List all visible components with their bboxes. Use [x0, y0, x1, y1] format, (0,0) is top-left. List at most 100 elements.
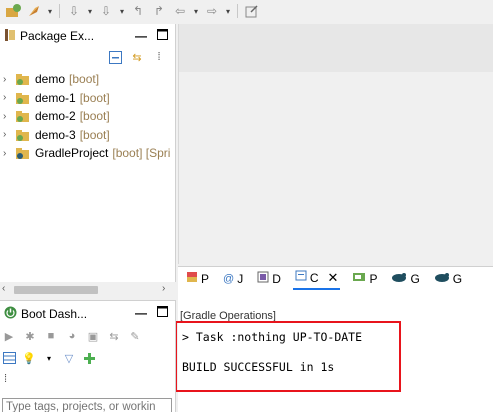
chevron-down-icon[interactable]: ▾ — [224, 2, 232, 20]
chevron-right-icon[interactable]: › — [3, 111, 13, 122]
scroll-right-icon[interactable]: › — [162, 283, 165, 294]
chevron-right-icon[interactable]: › — [3, 129, 13, 140]
edit-icon[interactable]: ✎ — [128, 329, 142, 343]
scrollbar-thumb[interactable] — [14, 286, 98, 294]
tab-progress[interactable]: P — [350, 268, 379, 290]
tab-boot-dashboard[interactable]: Boot Dash... — [0, 303, 120, 325]
start-icon[interactable]: ▶ — [2, 329, 16, 343]
stop-icon[interactable]: ■ — [44, 329, 58, 343]
open-console-icon[interactable]: ▣ — [86, 329, 100, 343]
chevron-down-icon[interactable]: ▾ — [42, 351, 56, 365]
back-arrow-icon[interactable]: ⇦ — [171, 2, 189, 20]
bottom-tab-bar: P @ J D C ✕ P G G — [178, 266, 493, 290]
package-explorer-toolbar: ⇆ ⁞ — [108, 50, 166, 64]
chevron-right-icon[interactable]: › — [3, 74, 13, 85]
lightbulb-icon[interactable]: 💡 — [22, 351, 36, 365]
nav-down-icon[interactable]: ⇩ — [65, 2, 83, 20]
boot-project-icon — [16, 111, 29, 123]
project-name: demo-3 — [35, 127, 76, 142]
console-icon — [295, 270, 307, 285]
boot-project-icon — [16, 129, 29, 141]
boot-dashboard-toolbar: ▶ ✱ ■ ◕ ▣ ⇆ ✎ — [2, 329, 142, 343]
tab-javadoc[interactable]: @ J — [221, 268, 245, 290]
toolbar-separator — [237, 4, 238, 18]
forward-icon[interactable]: ↱ — [150, 2, 168, 20]
minimize-icon[interactable]: — — [135, 306, 147, 320]
tab-label: G — [452, 271, 463, 286]
edit-icon[interactable] — [243, 2, 261, 20]
scroll-left-icon[interactable]: ‹ — [2, 283, 5, 294]
link-with-editor-icon[interactable]: ⇆ — [130, 50, 144, 64]
boot-project-icon — [16, 74, 29, 86]
tree-item[interactable]: › demo-2 [boot] — [0, 107, 176, 126]
run-boot-icon[interactable] — [25, 2, 43, 20]
tab-label: P — [201, 271, 210, 286]
refresh-icon[interactable]: ⇆ — [107, 329, 121, 343]
tab-gradle-tasks[interactable]: G — [389, 268, 421, 290]
tab-label: P — [369, 271, 378, 286]
tab-problems[interactable]: P — [184, 268, 211, 290]
project-name: GradleProject — [35, 146, 109, 161]
minimize-icon[interactable]: — — [135, 29, 147, 43]
highlight-box — [175, 321, 401, 392]
tab-console[interactable]: C ✕ — [292, 267, 341, 290]
tab-package-explorer[interactable]: Package Ex... — [0, 24, 120, 48]
maximize-icon[interactable] — [157, 306, 168, 320]
add-icon[interactable] — [82, 351, 96, 365]
chevron-down-icon[interactable]: ▾ — [46, 2, 54, 20]
package-explorer-view: Package Ex... — ⇆ ⁞ › demo [boot] › demo… — [0, 24, 176, 298]
project-decoration: [boot] — [79, 90, 110, 105]
gradle-project-icon — [16, 148, 29, 160]
back-icon[interactable]: ↰ — [129, 2, 147, 20]
filter-icon[interactable]: ▽ — [62, 351, 76, 365]
tab-label: J — [237, 271, 244, 286]
boot-filter-input[interactable] — [2, 398, 172, 412]
view-controls: — — [135, 301, 168, 325]
maximize-icon[interactable] — [157, 29, 168, 43]
tree-item[interactable]: › demo-1 [boot] — [0, 89, 176, 108]
table-icon[interactable] — [2, 351, 16, 365]
tree-item[interactable]: › demo [boot] — [0, 70, 176, 89]
project-name: demo-2 — [35, 109, 76, 124]
project-decoration: [boot] — [79, 127, 110, 142]
editor-header — [179, 24, 493, 72]
main-toolbar: ▾ ⇩ ▾ ⇩ ▾ ↰ ↱ ⇦ ▾ ⇨ ▾ — [0, 0, 493, 22]
chevron-down-icon[interactable]: ▾ — [118, 2, 126, 20]
boot-dashboard-toolbar-2: 💡 ▾ ▽ — [2, 351, 96, 365]
project-name: demo-1 — [35, 90, 76, 105]
gradle-tasks-icon — [391, 271, 407, 286]
chevron-right-icon[interactable]: › — [3, 92, 13, 103]
chevron-down-icon[interactable]: ▾ — [192, 2, 200, 20]
javadoc-icon: @ — [223, 272, 235, 285]
tab-gradle-executions[interactable]: G — [432, 268, 464, 290]
gradle-executions-icon — [434, 271, 450, 286]
project-tree: › demo [boot] › demo-1 [boot] › demo-2 [… — [0, 70, 176, 163]
project-decoration: [boot] — [79, 109, 110, 124]
tab-declaration[interactable]: D — [255, 268, 283, 290]
progress-icon — [352, 271, 366, 286]
tree-item[interactable]: › demo-3 [boot] — [0, 126, 176, 145]
package-explorer-title: Package Ex... — [20, 29, 95, 43]
debug-icon[interactable]: ✱ — [23, 329, 37, 343]
power-icon — [4, 306, 17, 322]
chevron-down-icon[interactable]: ▾ — [86, 2, 94, 20]
editor-area — [178, 24, 493, 264]
nav-next-icon[interactable]: ⇩ — [97, 2, 115, 20]
tab-label: D — [272, 271, 281, 286]
view-menu-icon[interactable]: ⁞ — [152, 50, 166, 64]
declaration-icon — [257, 271, 269, 286]
open-perspective-icon[interactable] — [4, 2, 22, 20]
package-explorer-icon — [4, 28, 16, 45]
chevron-right-icon[interactable]: › — [3, 148, 13, 159]
tree-item[interactable]: › GradleProject [boot] [Spri — [0, 144, 176, 163]
collapse-all-icon[interactable] — [108, 50, 122, 64]
horizontal-scrollbar[interactable]: ‹ › — [0, 282, 176, 298]
forward-arrow-icon[interactable]: ⇨ — [203, 2, 221, 20]
tab-label: C — [309, 270, 319, 285]
boot-dashboard-view: Boot Dash... — ▶ ✱ ■ ◕ ▣ ⇆ ✎ 💡 ▾ ▽ ⁞ — [0, 300, 176, 412]
problems-icon — [186, 271, 198, 286]
open-browser-icon[interactable]: ◕ — [65, 329, 79, 343]
project-decoration: [boot] — [69, 72, 100, 87]
close-icon[interactable]: ✕ — [328, 270, 339, 286]
view-menu-icon[interactable]: ⁞ — [4, 373, 7, 385]
